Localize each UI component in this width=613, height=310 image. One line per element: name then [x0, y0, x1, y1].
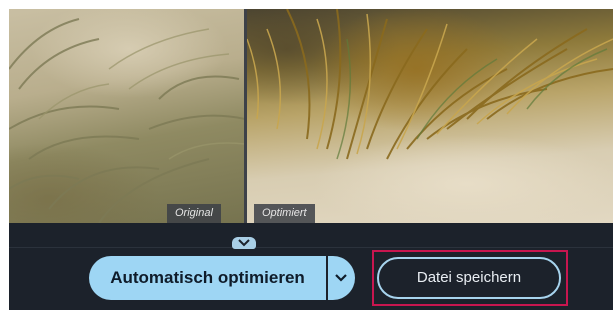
optimized-grass-image — [247, 9, 613, 160]
chevron-down-icon — [238, 239, 250, 247]
panel-toggle-handle[interactable] — [232, 237, 256, 249]
original-image — [9, 9, 245, 223]
save-file-button[interactable]: Datei speichern — [377, 257, 561, 299]
auto-optimize-dropdown-button[interactable] — [328, 256, 355, 300]
comparison-divider[interactable] — [244, 9, 247, 223]
optimized-label: Optimiert — [254, 204, 315, 223]
original-label: Original — [167, 204, 221, 223]
original-grass-image — [9, 18, 245, 223]
photo-optimizer-window: Original Optimiert Automatisch optimiere… — [9, 9, 613, 310]
toolbar-separator — [9, 247, 613, 248]
auto-optimize-split-button[interactable]: Automatisch optimieren — [89, 256, 355, 300]
optimized-image — [247, 9, 613, 223]
chevron-down-icon — [335, 274, 347, 282]
auto-optimize-button[interactable]: Automatisch optimieren — [89, 256, 326, 300]
before-after-preview: Original Optimiert — [9, 9, 613, 223]
